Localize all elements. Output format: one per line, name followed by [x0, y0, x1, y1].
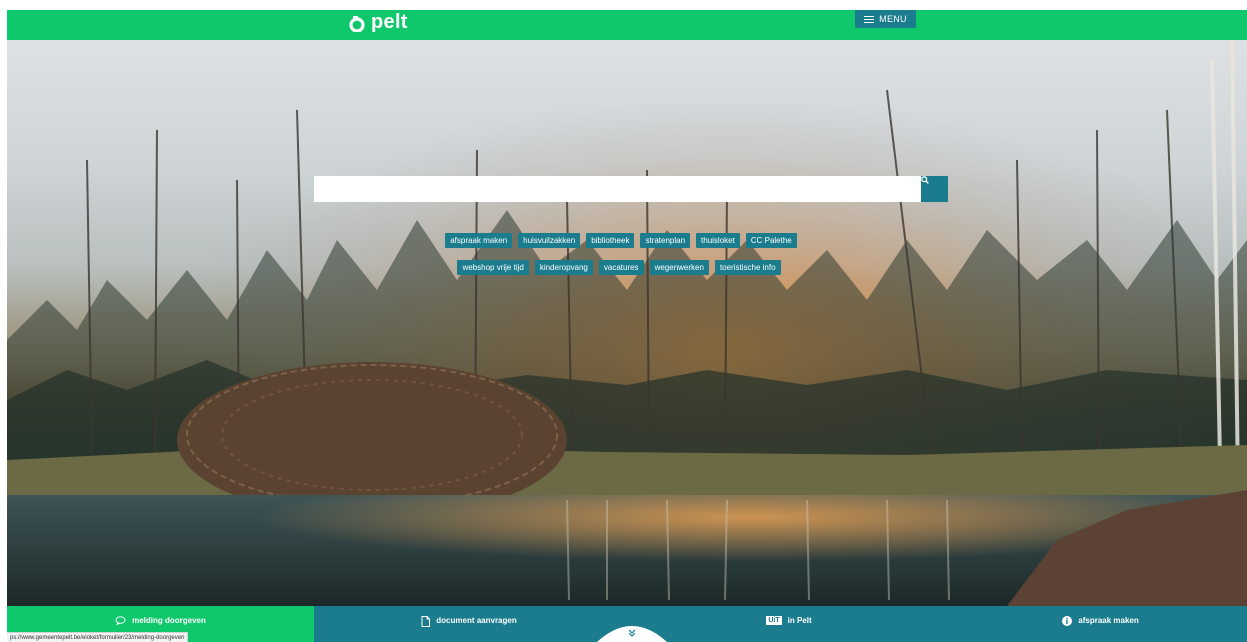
afspraak-label: afspraak maken: [1078, 616, 1139, 625]
quick-link-stratenplan[interactable]: stratenplan: [640, 233, 691, 248]
pelt-logo-icon: [349, 16, 365, 32]
quick-link-thuisloket[interactable]: thuisloket: [696, 233, 740, 248]
landscape-photo: [7, 40, 1247, 606]
logo-text: pelt: [371, 10, 408, 33]
quick-link-vacatures[interactable]: vacatures: [598, 260, 644, 275]
site-header: pelt MENU: [7, 10, 1247, 40]
uit-label: in Pelt: [787, 616, 812, 625]
afspraak-maken-button[interactable]: afspraak maken: [954, 606, 1247, 642]
uit-in-pelt-button[interactable]: UiT in Pelt: [624, 606, 954, 642]
document-icon: [421, 616, 431, 627]
menu-label: MENU: [879, 14, 907, 24]
uit-badge: UiT: [766, 616, 782, 625]
quick-link-wegenwerken[interactable]: wegenwerken: [649, 260, 709, 275]
speech-bubble-icon: [115, 616, 126, 625]
quick-links-row-2: webshop vrije tijd kinderopvang vacature…: [7, 260, 1239, 275]
quick-link-webshop-vrije-tijd[interactable]: webshop vrije tijd: [457, 260, 529, 275]
melding-label: melding doorgeven: [132, 616, 206, 625]
scroll-down-tab[interactable]: [597, 618, 667, 642]
quick-link-afspraak-maken[interactable]: afspraak maken: [445, 233, 513, 248]
document-label: document aanvragen: [436, 616, 517, 625]
hero-image: afspraak maken huisvuilzakken bibliothee…: [7, 40, 1247, 606]
search-button[interactable]: [921, 176, 948, 202]
hamburger-icon: [864, 15, 875, 23]
quick-link-bibliotheek[interactable]: bibliotheek: [586, 233, 635, 248]
page-frame: pelt MENU afspraak maken huisvuilzakken …: [7, 10, 1247, 642]
site-logo[interactable]: pelt: [349, 10, 408, 40]
browser-status-url: ps://www.gemeentepelt.be/eloket/formulie…: [7, 632, 189, 642]
document-aanvragen-button[interactable]: document aanvragen: [314, 606, 624, 642]
quick-links-row-1: afspraak maken huisvuilzakken bibliothee…: [7, 233, 1241, 248]
quick-link-cc-palethe[interactable]: CC Palethe: [745, 233, 797, 248]
quick-link-huisvuilzakken[interactable]: huisvuilzakken: [518, 233, 581, 248]
menu-button[interactable]: MENU: [855, 10, 916, 28]
info-icon: [1062, 616, 1073, 626]
quick-link-toeristische-info[interactable]: toeristische info: [714, 260, 781, 275]
search-input[interactable]: [314, 176, 921, 202]
quick-link-kinderopvang[interactable]: kinderopvang: [534, 260, 593, 275]
search-icon: [921, 176, 929, 184]
